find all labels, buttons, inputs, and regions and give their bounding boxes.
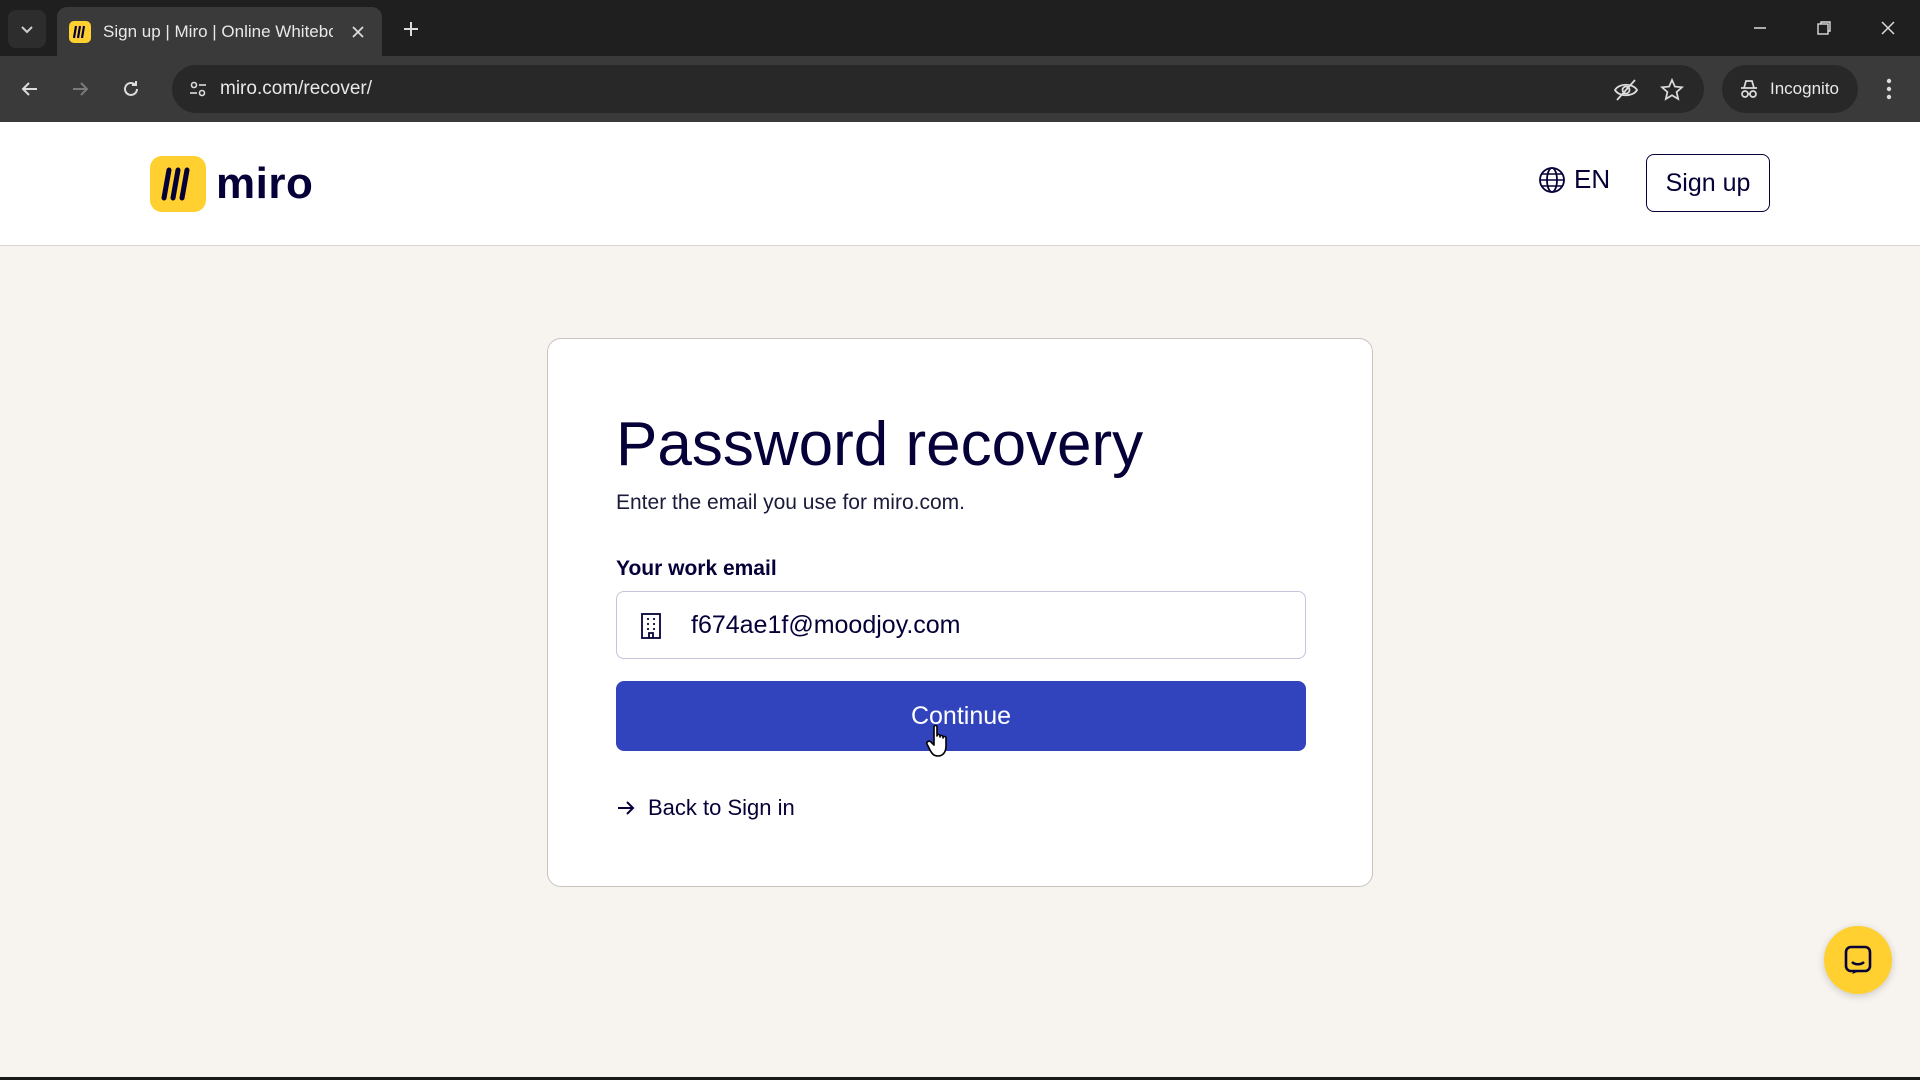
incognito-icon <box>1741 80 1757 98</box>
email-label: Your work email <box>616 557 777 580</box>
tab-close-button[interactable] <box>346 20 370 44</box>
minimize-icon <box>1754 27 1766 29</box>
page-title: Password recovery <box>616 410 1144 479</box>
logo-text: miro <box>216 159 314 208</box>
site-info-icon <box>190 81 206 97</box>
miro-favicon-icon <box>69 20 91 43</box>
email-input[interactable] <box>691 605 1291 645</box>
tracking-protection-button[interactable] <box>1612 76 1640 104</box>
signup-button[interactable]: Sign up <box>1646 154 1770 212</box>
hand-cursor-icon <box>926 724 947 757</box>
browser-tab-bar: Sign up | Miro | Online Whitebc <box>0 0 1920 56</box>
arrow-right-icon <box>618 801 635 815</box>
back-icon <box>21 82 37 96</box>
more-icon <box>1886 78 1892 100</box>
new-tab-button[interactable] <box>396 14 426 44</box>
browser-toolbar: miro.com/recover/ Incognito <box>0 56 1920 122</box>
incognito-indicator[interactable]: Incognito <box>1722 65 1858 113</box>
browser-tab[interactable]: Sign up | Miro | Online Whitebc <box>57 7 382 56</box>
miro-logo-icon <box>150 156 206 212</box>
reload-icon <box>124 81 138 96</box>
restore-button[interactable] <box>1806 12 1842 44</box>
window-close-button[interactable] <box>1870 12 1906 44</box>
tab-list-button[interactable] <box>8 10 46 48</box>
tab-title: Sign up | Miro | Online Whitebc <box>103 21 333 41</box>
back-to-sign-in-link[interactable]: Back to Sign in <box>616 795 795 821</box>
back-button[interactable] <box>13 72 47 106</box>
site-info-button[interactable] <box>182 74 214 104</box>
bookmark-button[interactable] <box>1658 76 1686 104</box>
minimize-button[interactable] <box>1742 12 1778 44</box>
chat-icon <box>1844 945 1872 974</box>
star-icon <box>1660 78 1684 101</box>
language-label: EN <box>1574 164 1611 194</box>
address-bar[interactable]: miro.com/recover/ <box>172 65 1704 113</box>
close-icon <box>1881 21 1895 35</box>
site-header: miro EN Sign up <box>0 122 1920 246</box>
miro-logo[interactable]: miro <box>150 156 313 212</box>
reload-button[interactable] <box>114 72 148 106</box>
browser-menu-button[interactable] <box>1874 74 1904 104</box>
incognito-label: Incognito <box>1770 79 1839 98</box>
restore-icon <box>1817 21 1831 35</box>
password-recovery-card: Password recovery Enter the email you us… <box>547 338 1373 887</box>
close-icon <box>352 25 364 38</box>
email-field[interactable] <box>616 591 1306 659</box>
chat-support-button[interactable] <box>1824 926 1892 994</box>
url-text: miro.com/recover/ <box>220 78 373 99</box>
language-selector[interactable]: EN <box>1538 164 1610 195</box>
back-to-sign-in-label: Back to Sign in <box>648 795 795 820</box>
continue-button[interactable]: Continue <box>616 681 1306 751</box>
plus-icon <box>404 22 418 36</box>
forward-icon <box>73 82 89 96</box>
eye-off-icon <box>1613 79 1639 101</box>
tab-list-icon <box>21 26 33 34</box>
forward-button[interactable] <box>63 72 97 106</box>
page-subtitle: Enter the email you use for miro.com. <box>616 491 965 514</box>
building-icon <box>637 612 665 640</box>
globe-icon <box>1539 166 1565 193</box>
